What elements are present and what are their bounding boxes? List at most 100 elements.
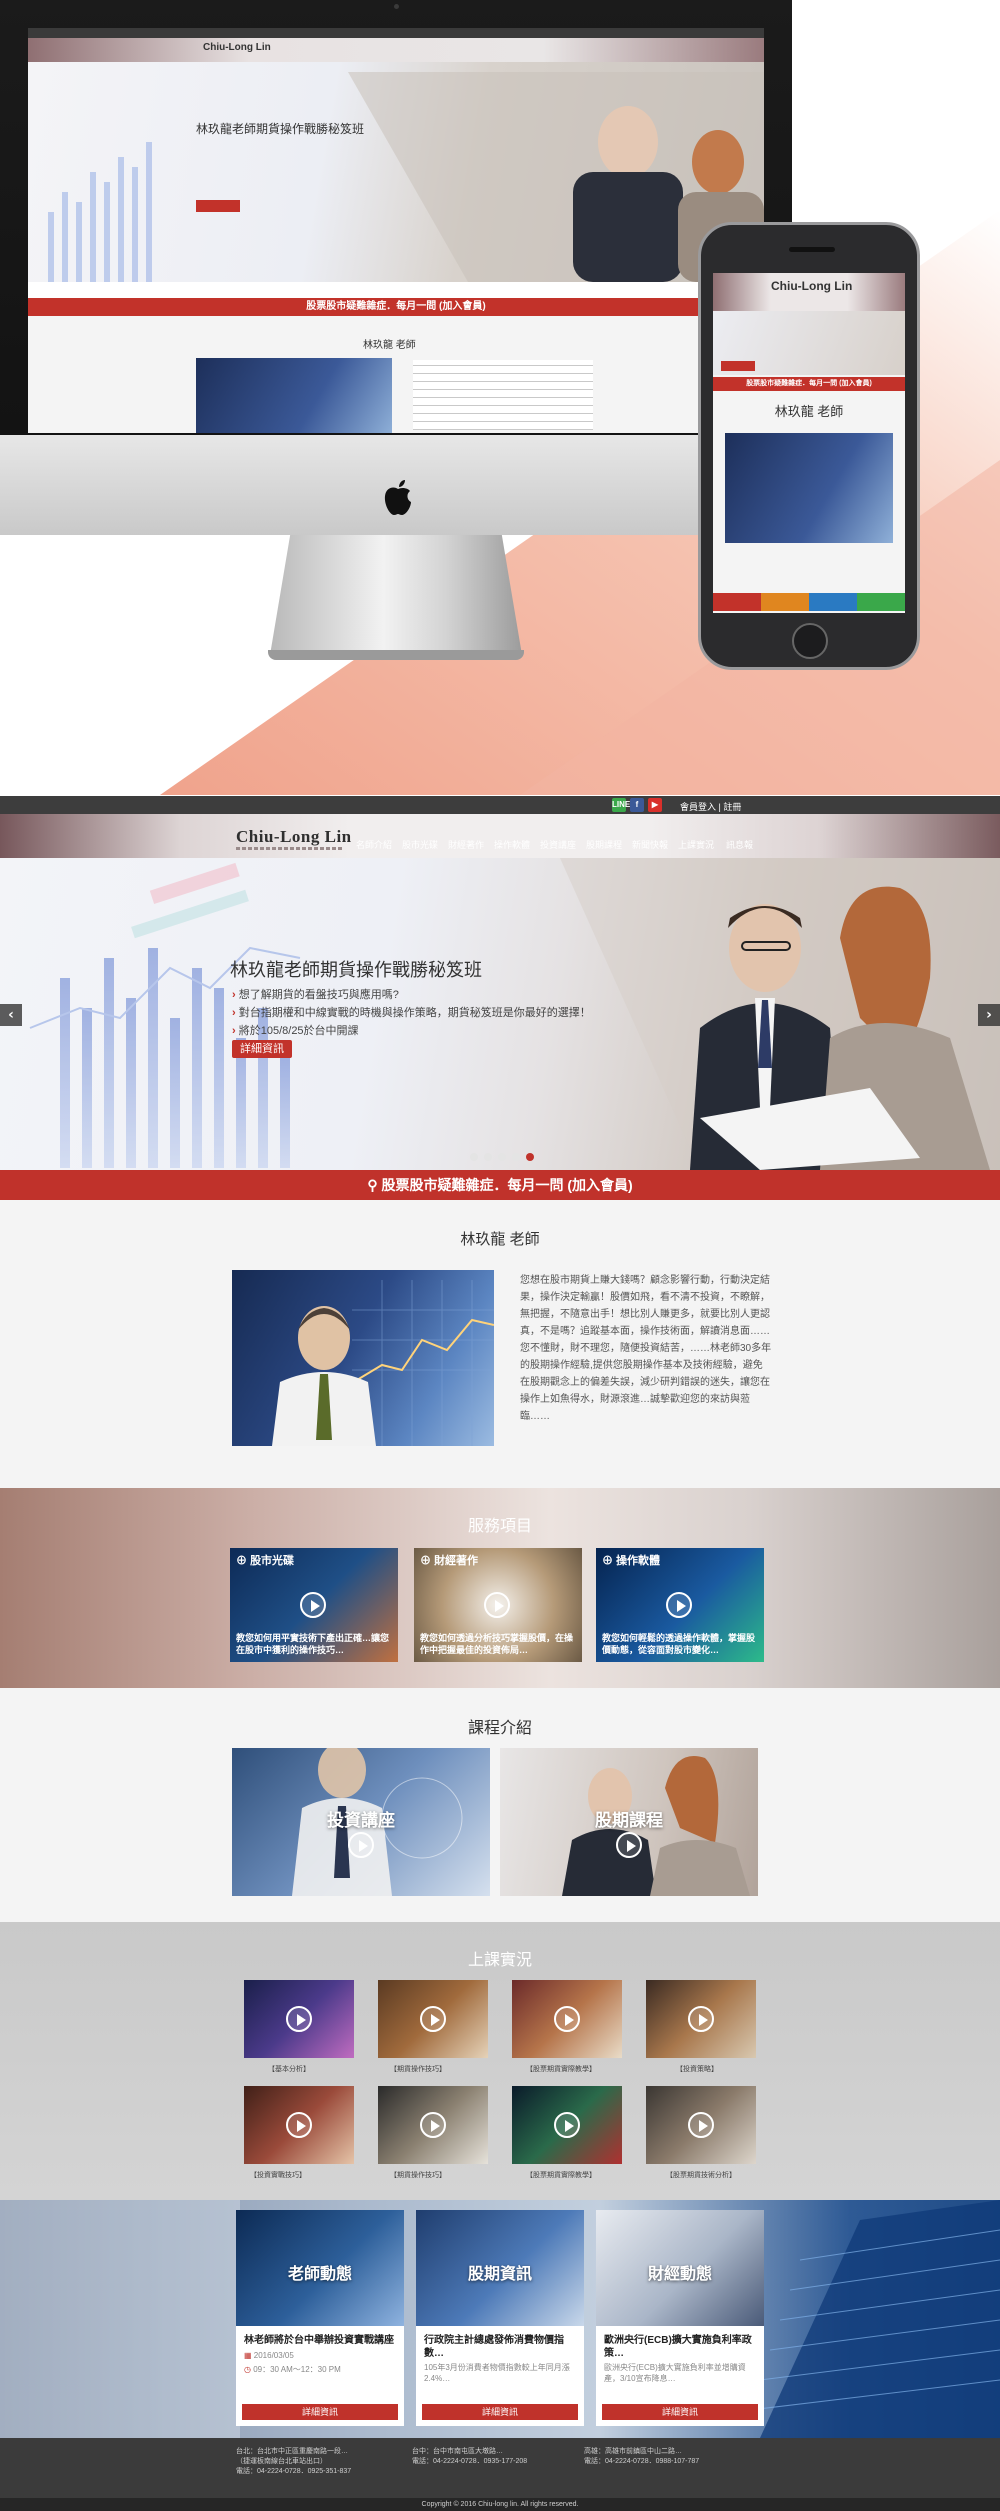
video-caption: 【期貨操作技巧】 (390, 2172, 446, 2179)
youtube-icon[interactable]: ▶ (648, 798, 662, 812)
login-link[interactable]: 會員登入 | 註冊 (680, 800, 741, 813)
teacher-title: 林玖龍 老師 (460, 1231, 540, 1248)
service-description: 教您如何用平實技術下產出正確…讓您在股市中獲利的操作技巧… (236, 1633, 390, 1655)
footer-line: 台中：台中市南屯區大墩路… (412, 2448, 503, 2455)
hero-title: 林玖龍老師期貨操作戰勝秘笈班 (230, 960, 482, 980)
news-card-finance[interactable]: 財經動態 歐洲央行(ECB)擴大實施負利率政策… 歐洲央行(ECB)擴大實施負利… (596, 2210, 764, 2426)
video-thumbnail (378, 1980, 488, 2058)
play-icon (420, 2006, 446, 2032)
service-label: ⊕ 操作軟體 (602, 1555, 661, 1567)
footer-line: 電話：04-2224-0728．0988-107-787 (584, 2458, 700, 2465)
hero-prev-arrow-icon[interactable]: ‹ (0, 1004, 22, 1026)
nav-item-videos[interactable]: 上課實況 (678, 838, 714, 851)
news-card-teacher[interactable]: 老師動態 林老師將於台中舉辦投資實戰講座 ▦ 2016/03/05 ◷ 09：3… (236, 2210, 404, 2426)
video-thumbnail (646, 2086, 756, 2164)
member-banner[interactable]: ⚲ 股票股市疑難雜症．每月一問 (加入會員) (0, 1170, 1000, 1200)
mini-teacher-name: 林玖龍 老師 (363, 340, 416, 351)
video-thumbnail (244, 1980, 354, 2058)
imac-camera (394, 4, 399, 9)
footer-address-taipei: 台北：台北市中正區重慶南路一段… （捷運板南線台北車站出口） 電話：04-222… (236, 2447, 351, 2477)
news-image-label: 財經動態 (647, 2266, 712, 2283)
site-logo[interactable]: Chiu-Long Lin (236, 827, 352, 847)
video-item[interactable] (512, 2086, 622, 2168)
nav-item-newsletter[interactable]: 訊息報 (726, 838, 753, 851)
news-title: 歐洲央行(ECB)擴大實施負利率政策… (604, 2335, 752, 2359)
course-card-futures[interactable]: 股期課程 (500, 1748, 758, 1896)
play-icon (420, 2112, 446, 2138)
phone-hero-button (721, 361, 755, 371)
location-pin-icon: ⚲ (367, 1177, 382, 1193)
footer-line: 電話：04-2224-0728．0935-177-208 (412, 2458, 528, 2465)
hero-bullet-2: › 對台指期權和中線實戰的時機與操作策略，期貨秘笈班是你最好的選擇！ (232, 1007, 591, 1019)
news-details-button[interactable]: 詳細資訊 (602, 2404, 758, 2420)
hero-details-button[interactable]: 詳細資訊 (232, 1040, 292, 1058)
course-label: 投資講座 (327, 1811, 395, 1830)
nav-item-seminar[interactable]: 投資講座 (540, 838, 576, 851)
video-caption: 【投資實戰技巧】 (250, 2172, 306, 2179)
video-item[interactable] (244, 2086, 354, 2168)
teacher-bio: 您想在股市期貨上賺大錢嗎？顧念影響行動，行動決定結果，操作決定輸贏！股價如飛，看… (520, 1275, 772, 1422)
video-item[interactable] (646, 1980, 756, 2062)
video-item[interactable] (378, 1980, 488, 2062)
hero-dot[interactable] (512, 1153, 520, 1161)
news-date: ▦ 2016/03/05 (244, 2351, 294, 2360)
play-icon (300, 1592, 326, 1618)
hero-dot-active[interactable] (526, 1153, 534, 1161)
phone-teacher-name: 林玖龍 老師 (774, 404, 844, 419)
courses-title: 課程介紹 (467, 1720, 532, 1737)
line-icon[interactable]: LINE (612, 798, 630, 812)
facebook-icon[interactable]: f (630, 798, 644, 812)
course-card-seminar[interactable]: 投資講座 (232, 1748, 490, 1896)
hero-next-arrow-icon[interactable]: › (978, 1004, 1000, 1026)
phone-home-button (792, 623, 828, 659)
video-caption: 【股票期貨技術分析】 (666, 2172, 736, 2179)
calendar-icon: ▦ (244, 2351, 254, 2360)
news-summary: 歐洲央行(ECB)擴大實施負利率並增購資產，3/10宣布降息… (604, 2363, 746, 2383)
nav-item-books[interactable]: 財經著作 (448, 838, 484, 851)
phone-speaker (789, 247, 835, 252)
video-caption: 【投資策略】 (676, 2066, 718, 2073)
mini-topbar (28, 28, 764, 38)
play-icon (554, 2006, 580, 2032)
nav-item-dvd[interactable]: 股市光碟 (402, 838, 438, 851)
phone-frame: Chiu-Long Lin 股票股市疑難雜症．每月一問 (加入會員) 林玖龍 老… (698, 222, 920, 670)
hero-dot[interactable] (484, 1153, 492, 1161)
hero-bullet-3: › 將於105/8/25於台中開課 (232, 1025, 359, 1037)
nav-item-teacher[interactable]: 名師介紹 (356, 838, 392, 851)
device-mockup: Chiu-Long Lin 林玖龍老師期貨操作戰勝秘笈班 股票股市疑難雜症．每月… (0, 0, 1000, 795)
service-description: 教您如何輕鬆的透過操作軟體，掌握股價動態，從容面對股市變化… (602, 1633, 756, 1655)
imac-screen: Chiu-Long Lin 林玖龍老師期貨操作戰勝秘笈班 股票股市疑難雜症．每月… (28, 28, 764, 433)
news-card-futures[interactable]: 股期資訊 行政院主計總處發佈消費物價指數… 105年3月份消費者物價指數較上年同… (416, 2210, 584, 2426)
video-item[interactable] (378, 2086, 488, 2168)
hero-bullet-1: › 想了解期貨的看盤技巧與應用嗎? (232, 989, 399, 1001)
video-item[interactable] (512, 1980, 622, 2062)
news-details-button[interactable]: 詳細資訊 (422, 2404, 578, 2420)
hero-dot[interactable] (498, 1153, 506, 1161)
play-icon (286, 2006, 312, 2032)
play-icon (616, 1832, 642, 1858)
mini-navbar (28, 38, 764, 62)
video-item[interactable] (244, 1980, 354, 2062)
play-icon (286, 2112, 312, 2138)
hero-dot[interactable] (470, 1153, 478, 1161)
video-item[interactable] (646, 2086, 756, 2168)
video-caption: 【股票期貨實際教學】 (526, 2172, 596, 2179)
news-image-label: 股期資訊 (467, 2266, 532, 2283)
footer-line: （捷運板南線台北車站出口） (236, 2458, 327, 2465)
nav-item-courses[interactable]: 股期課程 (586, 838, 622, 851)
top-bar (0, 796, 1000, 814)
service-card-dvd[interactable]: ⊕ 股市光碟 教您如何用平實技術下產出正確…讓您在股市中獲利的操作技巧… (230, 1548, 398, 1662)
main-navbar (0, 814, 1000, 858)
mini-teacher-photo (196, 358, 392, 433)
imac-stand (270, 535, 522, 655)
nav-item-software[interactable]: 操作軟體 (494, 838, 530, 851)
phone-logo: Chiu-Long Lin (771, 279, 853, 293)
service-description: 教您如何透過分析技巧掌握股價，在操作中把握最佳的投資佈局… (420, 1633, 574, 1655)
news-details-button[interactable]: 詳細資訊 (242, 2404, 398, 2420)
mini-logo: Chiu-Long Lin (203, 42, 271, 53)
mini-teacher-text (413, 360, 593, 430)
service-card-books[interactable]: ⊕ 財經著作 教您如何透過分析技巧掌握股價，在操作中把握最佳的投資佈局… (414, 1548, 582, 1662)
mini-redbar: 股票股市疑難雜症．每月一問 (加入會員) (28, 298, 764, 316)
nav-item-news[interactable]: 新聞快報 (632, 838, 668, 851)
service-card-software[interactable]: ⊕ 操作軟體 教您如何輕鬆的透過操作軟體，掌握股價動態，從容面對股市變化… (596, 1548, 764, 1662)
